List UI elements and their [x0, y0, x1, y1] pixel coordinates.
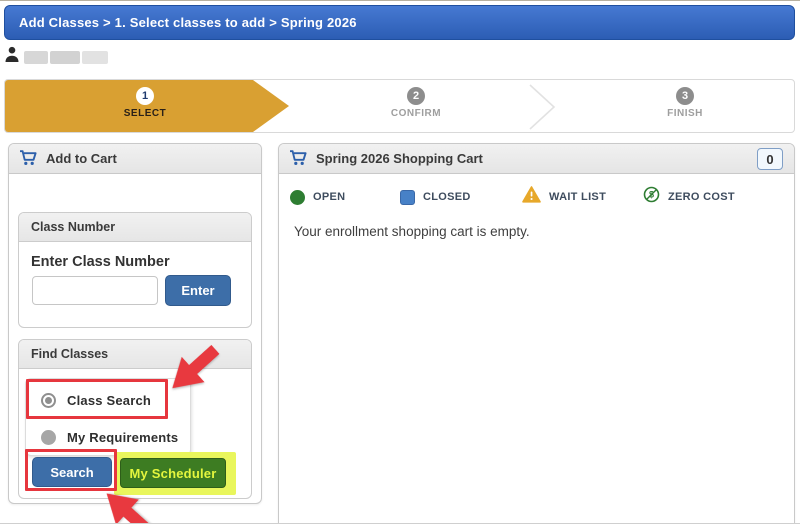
class-number-input[interactable] [32, 276, 158, 305]
open-circle-icon [290, 189, 305, 205]
waitlist-warning-icon [522, 186, 541, 208]
enrollment-stepper: 1 SELECT 2 CONFIRM 3 FINISH [4, 79, 795, 133]
step-label: CONFIRM [390, 108, 442, 119]
add-to-cart-header: Add to Cart [9, 144, 261, 174]
shopping-cart-header: Spring 2026 Shopping Cart 0 [279, 144, 794, 174]
chevron-separator-icon [529, 84, 557, 135]
my-scheduler-button[interactable]: My Scheduler [120, 458, 226, 488]
cart-count-badge: 0 [757, 148, 783, 170]
radio-label[interactable]: My Requirements [67, 430, 178, 445]
legend-open: OPEN [290, 188, 345, 206]
redacted-student-name [82, 50, 108, 64]
redacted-student-name [24, 50, 48, 64]
red-box-annotation-search [25, 449, 117, 491]
closed-square-icon [400, 189, 415, 205]
enrollment-page: Add Classes > 1. Select classes to add >… [0, 0, 800, 524]
shopping-cart-panel: Spring 2026 Shopping Cart 0 OPEN CLOSED … [278, 143, 795, 523]
user-bar [5, 46, 110, 68]
panel-title: Add to Cart [46, 151, 117, 166]
enter-button[interactable]: Enter [165, 275, 231, 306]
breadcrumb: Add Classes > 1. Select classes to add >… [4, 5, 795, 40]
stepper-step-confirm: 2 CONFIRM [371, 87, 461, 119]
stepper-step-finish: 3 FINISH [640, 87, 730, 119]
person-icon [5, 46, 19, 68]
step-number-badge: 1 [136, 87, 154, 105]
stepper-step-select: 1 SELECT [100, 87, 190, 119]
empty-cart-message: Your enrollment shopping cart is empty. [294, 224, 530, 239]
legend-zero-cost: $ ZERO COST [643, 186, 735, 208]
panel-title: Spring 2026 Shopping Cart [316, 151, 483, 166]
redacted-student-name [50, 50, 80, 64]
cart-icon [19, 149, 38, 169]
enter-class-number-label: Enter Class Number [31, 254, 170, 270]
class-number-header: Class Number [19, 213, 251, 242]
cart-icon [289, 149, 308, 169]
legend-wait-list: WAIT LIST [522, 186, 606, 208]
step-number-badge: 2 [407, 87, 425, 105]
red-box-annotation-class-search [26, 379, 168, 419]
step-label: SELECT [123, 108, 167, 119]
zero-cost-icon: $ [643, 186, 660, 208]
step-number-badge: 3 [676, 87, 694, 105]
step-label: FINISH [667, 108, 703, 119]
legend-closed: CLOSED [400, 188, 471, 206]
class-number-box: Class Number Enter Class Number Enter [18, 212, 252, 328]
radio-unselected-icon[interactable] [41, 429, 56, 445]
